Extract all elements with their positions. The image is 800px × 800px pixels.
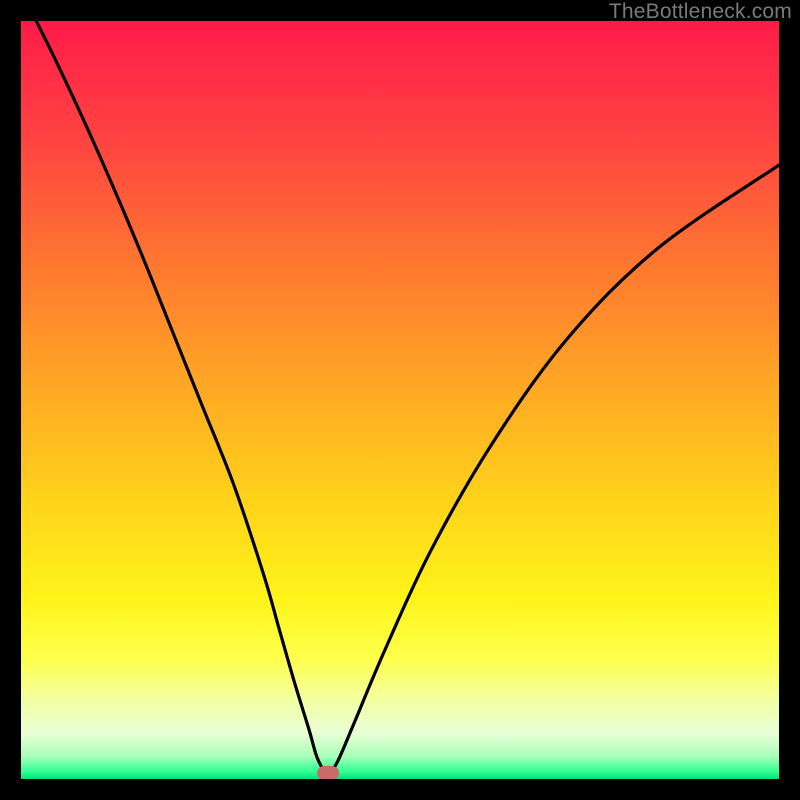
watermark-text: TheBottleneck.com [609,0,792,24]
curve-svg [21,21,779,779]
optimum-marker [317,766,339,779]
chart-frame: TheBottleneck.com [0,0,800,800]
bottleneck-curve [21,21,779,774]
plot-area [21,21,779,779]
